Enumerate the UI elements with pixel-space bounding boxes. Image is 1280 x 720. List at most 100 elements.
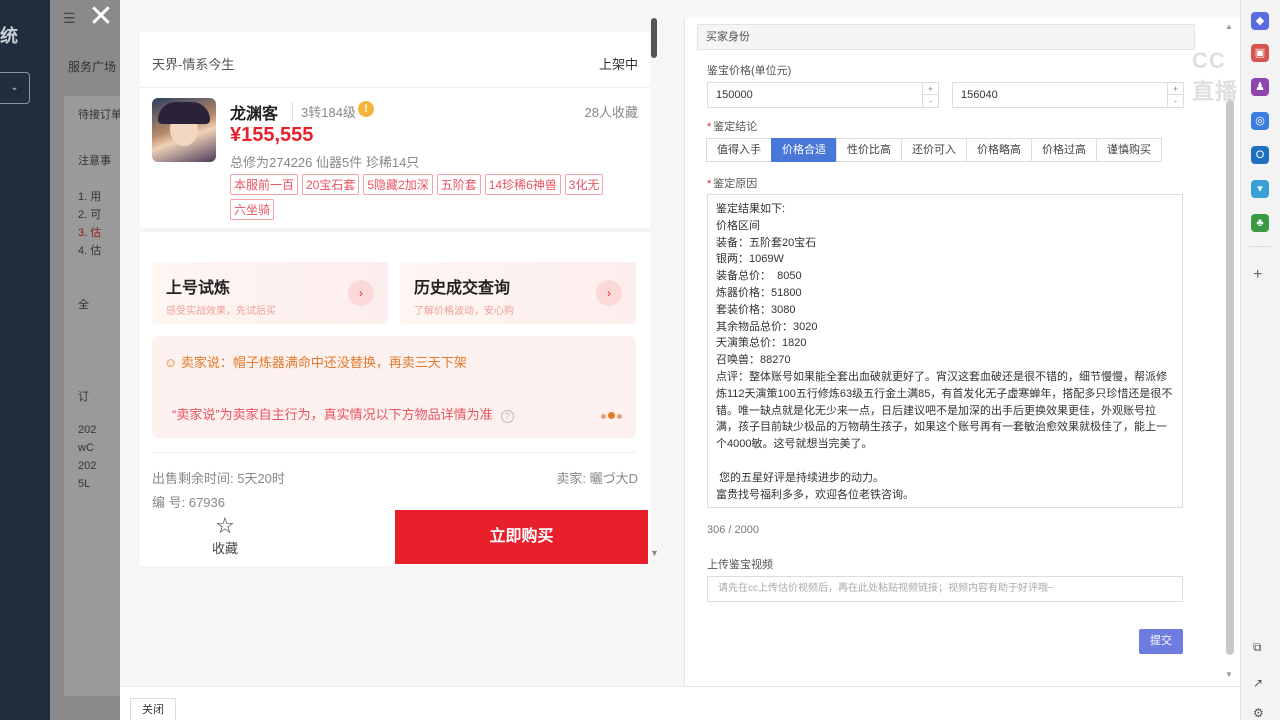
conclusion-option[interactable]: 还价可入 bbox=[901, 138, 967, 162]
scroll-down-arrow-icon[interactable]: ▼ bbox=[1225, 670, 1233, 679]
toolbox-icon[interactable]: ▣ bbox=[1251, 44, 1269, 62]
brand-fragment: 统 bbox=[0, 26, 18, 46]
listing-action-bar: ☆ 收藏 立即购买 bbox=[140, 510, 650, 566]
tag: 本服前一百 bbox=[230, 174, 299, 195]
appraisal-modal: ▼ 天界-情系今生 上架中 龙渊客 3转184级 ! 28人收藏 ¥155,55… bbox=[120, 0, 1240, 720]
conclusion-option[interactable]: 谨慎购买 bbox=[1096, 138, 1162, 162]
price-max-input[interactable]: 156040 + - bbox=[952, 82, 1184, 108]
browser-sidebar: ◆ ▣ ♟ ◎ O ▾ ♣ + ⧉ ↗ ⚙ bbox=[1240, 0, 1280, 720]
conclusion-label-text: 鉴定结论 bbox=[713, 121, 758, 133]
video-label: 上传鉴宝视频 bbox=[707, 559, 773, 571]
stepper[interactable]: + - bbox=[922, 83, 938, 107]
decrement-icon[interactable]: - bbox=[923, 95, 938, 107]
close-overlay-icon[interactable]: ✕ bbox=[86, 2, 116, 33]
form-scrollbar[interactable] bbox=[1226, 100, 1234, 655]
copilot-icon[interactable]: ◎ bbox=[1251, 112, 1269, 130]
history-deals-card[interactable]: 历史成交查询 了解价格波动，安心购 › bbox=[400, 262, 636, 324]
background-text: 3. 估 bbox=[78, 227, 102, 239]
tag: 5隐藏2加深 bbox=[363, 174, 433, 195]
listing-status: 上架中 bbox=[598, 57, 638, 72]
help-icon[interactable]: ? bbox=[500, 410, 514, 423]
increment-icon[interactable]: + bbox=[923, 83, 938, 95]
chat-icon: ☺ bbox=[164, 355, 181, 370]
tag: 20宝石套 bbox=[302, 174, 360, 195]
remaining-time: 出售剩余时间: 5天20时 bbox=[152, 471, 285, 486]
seller-says-box: ☺ 卖家说：帽子炼器满命中还没替换，再卖三天下架 “卖家说”为卖家自主行为，真实… bbox=[152, 336, 636, 438]
divider bbox=[140, 228, 650, 232]
seller-says-content: 卖家说：帽子炼器满命中还没替换，再卖三天下架 bbox=[180, 355, 467, 370]
reason-label: * 鉴定原因 bbox=[707, 178, 758, 190]
tag: 3化无 bbox=[564, 174, 604, 195]
background-text: 202 bbox=[78, 424, 97, 436]
chevron-right-icon: › bbox=[348, 280, 374, 306]
conclusion-option[interactable]: 价格过高 bbox=[1031, 138, 1097, 162]
preview-scrollbar[interactable] bbox=[651, 18, 657, 58]
divider bbox=[152, 452, 636, 453]
background-text: 注意事 bbox=[78, 155, 111, 167]
price-max-value: 156040 bbox=[961, 89, 998, 101]
buy-now-button[interactable]: 立即购买 bbox=[395, 510, 648, 564]
people-icon[interactable]: ♟ bbox=[1251, 78, 1269, 96]
appraisal-form: 买家身份 鉴宝价格(单位元) 150000 + - 156040 + - * 鉴定结论… bbox=[686, 18, 1226, 686]
seller-name: 卖家: 曬づ大D bbox=[556, 471, 638, 486]
warning-icon[interactable]: ! bbox=[358, 101, 374, 117]
increment-icon[interactable]: + bbox=[1168, 83, 1183, 95]
server-name: 天界-情系今生 bbox=[152, 57, 235, 72]
history-deals-title: 历史成交查询 bbox=[414, 280, 511, 297]
background-main: ☰ 服务广场 待接订单 注意事 1. 用 2. 可 3. 估 4. 估 全 订 … bbox=[50, 0, 134, 720]
conclusion-option-selected[interactable]: 价格合适 bbox=[771, 138, 837, 162]
modal-top-strip bbox=[120, 0, 1240, 18]
menu-icon: ☰ bbox=[63, 10, 76, 26]
external-link-icon[interactable]: ↗ bbox=[1253, 676, 1263, 690]
section-title: 买家身份 bbox=[697, 24, 1195, 50]
conclusion-option[interactable]: 价格略高 bbox=[966, 138, 1032, 162]
favorite-label: 收藏 bbox=[211, 541, 238, 556]
listing-preview-panel: ▼ 天界-情系今生 上架中 龙渊客 3转184级 ! 28人收藏 ¥155,55… bbox=[120, 18, 685, 686]
background-text: wC bbox=[78, 442, 94, 454]
background-text: 2. 可 bbox=[78, 209, 102, 221]
modal-footer: 关闭 bbox=[120, 686, 1240, 720]
conclusion-label: * 鉴定结论 bbox=[707, 121, 758, 133]
tree-icon[interactable]: ♣ bbox=[1251, 214, 1269, 232]
settings-icon[interactable]: ⚙ bbox=[1253, 706, 1264, 720]
role-stats: 总修为274226 仙器5件 珍稀14只 bbox=[230, 155, 420, 170]
decrement-icon[interactable]: - bbox=[1168, 95, 1183, 107]
trial-play-subtitle: 感受实战效果，先试后买 bbox=[166, 306, 276, 317]
character-counter: 306 / 2000 bbox=[707, 524, 759, 536]
background-text: 待接订单 bbox=[78, 109, 122, 121]
background-text: 5L bbox=[78, 478, 91, 490]
background-sidebar: 统 ⌄ bbox=[0, 0, 50, 720]
favorite-count: 28人收藏 bbox=[584, 105, 638, 120]
tag-icon[interactable]: ◆ bbox=[1251, 12, 1269, 30]
background-text: 全 bbox=[78, 299, 89, 311]
loading-dots-icon bbox=[599, 408, 622, 422]
stepper[interactable]: + - bbox=[1167, 83, 1183, 107]
drop-icon[interactable]: ▾ bbox=[1251, 180, 1269, 198]
price-min-value: 150000 bbox=[716, 89, 753, 101]
add-icon[interactable]: + bbox=[1253, 266, 1262, 284]
tag-list: 本服前一百 20宝石套 5隐藏2加深 五阶套 14珍稀6神兽 3化无六坐骑 bbox=[230, 174, 640, 224]
conclusion-option[interactable]: 值得入手 bbox=[706, 138, 772, 162]
screenshot-icon[interactable]: ⧉ bbox=[1253, 640, 1262, 655]
conclusion-option[interactable]: 性价比高 bbox=[836, 138, 902, 162]
price-min-input[interactable]: 150000 + - bbox=[707, 82, 939, 108]
reason-label-text: 鉴定原因 bbox=[713, 178, 758, 190]
trial-play-card[interactable]: 上号试炼 感受实战效果，先试后买 › bbox=[152, 262, 388, 324]
reason-textarea[interactable]: 鉴定结果如下: 价格区间 装备：五阶套20宝石 银两：1069W 装备总价： 8… bbox=[707, 194, 1183, 508]
seller-disclaimer: “卖家说”为卖家自主行为，真实情况以下方物品详情为准? bbox=[172, 404, 514, 423]
listing-card: 天界-情系今生 上架中 龙渊客 3转184级 ! 28人收藏 ¥155,555 … bbox=[140, 32, 650, 510]
submit-button[interactable]: 提交 bbox=[1139, 629, 1183, 654]
background-text: 订 bbox=[78, 391, 89, 403]
role-name: 龙渊客 bbox=[230, 106, 279, 123]
listing-price: ¥155,555 bbox=[230, 124, 314, 146]
outlook-icon[interactable]: O bbox=[1251, 146, 1269, 164]
star-icon: ☆ bbox=[215, 513, 235, 538]
history-deals-subtitle: 了解价格波动，安心购 bbox=[414, 306, 514, 317]
background-text: 1. 用 bbox=[78, 191, 102, 203]
scroll-up-arrow-icon[interactable]: ▲ bbox=[1225, 22, 1233, 31]
scroll-down-arrow-icon[interactable]: ▼ bbox=[650, 548, 659, 558]
tag: 六坐骑 bbox=[230, 199, 275, 220]
video-link-input[interactable]: 请先在cc上传估价视频后，再在此处粘贴视频链接；视频内容有助于好评哦~ bbox=[707, 576, 1183, 602]
favorite-button[interactable]: ☆ 收藏 bbox=[180, 514, 270, 557]
close-button[interactable]: 关闭 bbox=[130, 698, 176, 720]
